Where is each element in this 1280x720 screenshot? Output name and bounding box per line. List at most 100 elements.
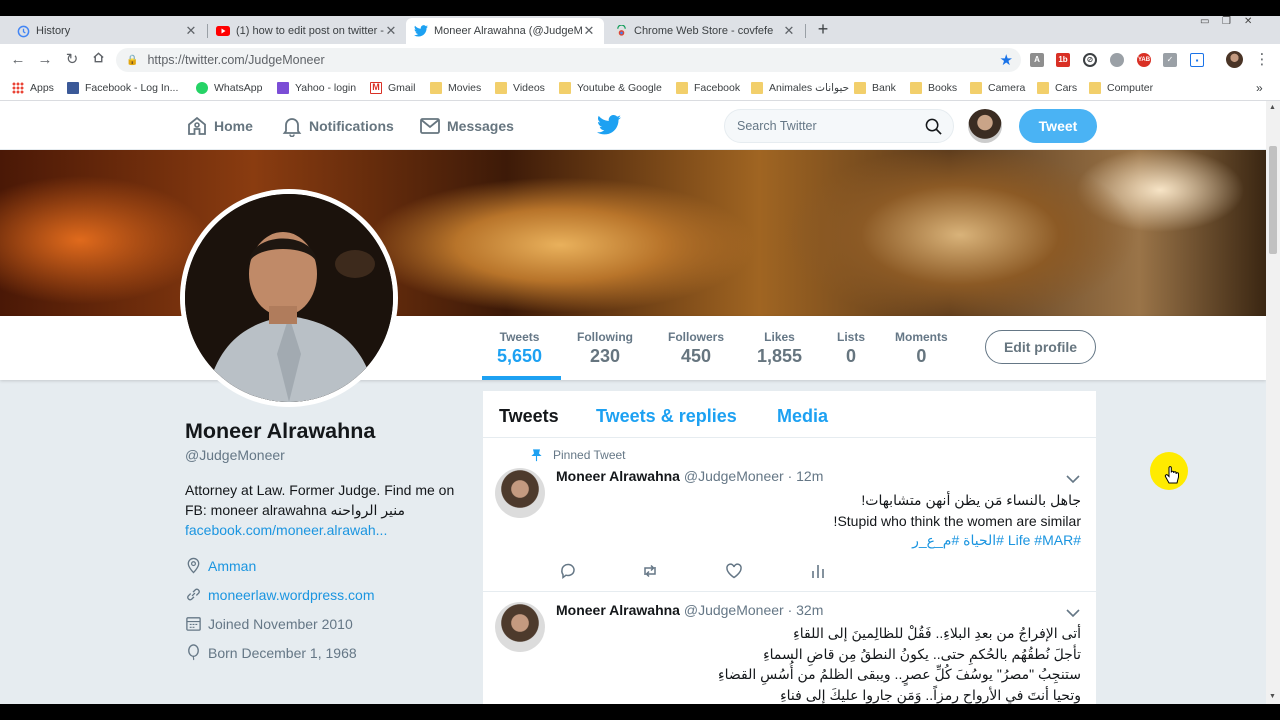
extension-block-icon[interactable]: ⊘ [1083,53,1097,67]
page-scrollbar[interactable]: ▲ ▼ [1266,101,1280,704]
tweet-hashtags[interactable]: #Life #MAR #الحياة #م_ع_ر [912,532,1081,549]
calendar-icon [186,617,201,631]
stat-value: 450 [680,346,712,366]
bookmark-folder-cars[interactable]: Cars [1037,80,1077,96]
extension-yab-icon[interactable]: YAB [1137,53,1151,67]
extension-chart-icon[interactable]: ✓ [1163,53,1177,67]
bookmark-apps[interactable]: Apps [12,80,54,96]
bookmark-star-icon[interactable]: ★ [1000,51,1013,69]
folder-icon [430,82,442,94]
window-restore-icon[interactable]: ❐ [1222,16,1231,30]
chrome-web-store-icon [614,24,628,38]
screen-bottom-edge [0,704,1280,720]
bookmark-facebook-login[interactable]: Facebook - Log In... [67,80,178,96]
folder-icon [676,82,688,94]
extension-pdf-icon[interactable]: A [1030,53,1044,67]
tweet-author[interactable]: Moneer Alrawahna @JudgeMoneer · 12m [556,468,823,484]
tab-media[interactable]: Media [777,406,828,427]
profile-handle[interactable]: @JudgeMoneer [185,447,285,463]
profile-avatar-large[interactable] [180,189,398,407]
bookmark-folder-bank[interactable]: Bank [854,80,896,96]
tweet-item[interactable]: Moneer Alrawahna @JudgeMoneer · 32m أتى … [483,592,1096,704]
tab-youtube[interactable]: (1) how to edit post on twitter - ✕ [208,18,406,44]
tab-tweets[interactable]: Tweets [499,406,559,427]
bell-icon [282,118,302,137]
tweet-avatar[interactable] [495,468,545,518]
stat-following[interactable]: Following 230 [577,330,633,367]
back-arrow-icon[interactable]: ← [8,50,28,70]
bookmark-folder-books[interactable]: Books [910,80,957,96]
pin-icon [531,448,542,461]
edit-profile-button[interactable]: Edit profile [985,330,1096,364]
bookmark-folder-movies[interactable]: Movies [430,80,481,96]
extension-shield-icon[interactable] [1110,53,1124,67]
bookmark-folder-camera[interactable]: Camera [970,80,1025,96]
stat-lists[interactable]: Lists 0 [837,330,865,367]
close-icon[interactable]: ✕ [384,23,398,39]
twitter-bird-icon[interactable] [597,115,621,135]
tab-history[interactable]: History ✕ [8,18,206,44]
bookmark-folder-computer[interactable]: Computer [1089,80,1153,96]
scrollbar-thumb[interactable] [1269,146,1277,254]
tweet-item-pinned[interactable]: Pinned Tweet Moneer Alrawahna @JudgeMone… [483,438,1096,592]
search-icon[interactable] [925,118,942,135]
bookmark-label: Yahoo - login [295,82,357,94]
account-avatar[interactable] [968,109,1002,143]
bookmark-gmail[interactable]: M Gmail [370,80,415,96]
bookmark-whatsapp[interactable]: WhatsApp [196,80,262,96]
stat-moments[interactable]: Moments 0 [895,330,948,367]
profile-location[interactable]: Amman [185,557,256,574]
chevron-down-icon[interactable] [1066,474,1080,484]
close-icon[interactable]: ✕ [184,23,198,39]
window-minimize-icon[interactable]: ▭ [1200,16,1209,30]
tab-title: (1) how to edit post on twitter - [236,25,384,37]
stat-likes[interactable]: Likes 1,855 [757,330,802,367]
nav-home[interactable]: Home [186,115,253,137]
bookmark-label: Gmail [388,82,416,94]
compose-tweet-button[interactable]: Tweet [1019,109,1097,143]
browser-toolbar: ← → ↻ 🔒 https://twitter.com/JudgeMoneer … [0,44,1280,75]
bookmark-folder-videos[interactable]: Videos [495,80,545,96]
close-icon[interactable]: ✕ [582,23,596,39]
nav-notifications-label: Notifications [309,118,394,134]
bookmark-folder-animales[interactable]: Animales حيوانات [751,80,849,96]
tweet-avatar[interactable] [495,602,545,652]
scroll-down-arrow-icon[interactable]: ▼ [1269,693,1276,700]
bio-facebook-link[interactable]: facebook.com/moneer.alrawah... [185,520,455,540]
forward-arrow-icon[interactable]: → [35,50,55,70]
tweet-text-line: تأجلَ نُطقُهُم بالحُكمِ حتى.. يكونُ النط… [763,645,1081,662]
home-icon[interactable] [88,50,108,70]
chevron-down-icon[interactable] [1066,608,1080,618]
stat-label: Likes [764,330,795,344]
search-input[interactable]: Search Twitter [724,109,954,143]
nav-messages[interactable]: Messages [419,115,514,137]
nav-notifications[interactable]: Notifications [281,115,394,137]
profile-avatar[interactable] [1226,51,1243,68]
menu-kebab-icon[interactable]: ⋮ [1252,50,1272,70]
tab-twitter-profile[interactable]: Moneer Alrawahna (@JudgeMon ✕ [406,18,604,44]
like-heart-icon[interactable] [725,562,743,580]
address-bar[interactable]: 🔒 https://twitter.com/JudgeMoneer ★ [116,48,1021,72]
stat-tweets[interactable]: Tweets 5,650 [497,330,542,367]
bookmark-folder-youtube-google[interactable]: Youtube & Google [559,80,662,96]
retweet-icon[interactable] [641,562,659,580]
tweet-author[interactable]: Moneer Alrawahna @JudgeMoneer · 32m [556,602,823,618]
stat-followers[interactable]: Followers 450 [668,330,724,367]
bookmark-folder-facebook[interactable]: Facebook [676,80,740,96]
extension-1b-icon[interactable]: 1b [1056,53,1070,67]
reload-icon[interactable]: ↻ [62,50,82,70]
close-icon[interactable]: ✕ [782,23,796,39]
bookmark-yahoo[interactable]: Yahoo - login [277,80,356,96]
more-bookmarks-chevron-icon[interactable]: » [1256,80,1263,96]
profile-website-link[interactable]: moneerlaw.wordpress.com [185,586,375,603]
extension-doc-icon[interactable]: ▪ [1190,53,1204,67]
analytics-icon[interactable] [809,562,827,580]
tab-tweets-and-replies[interactable]: Tweets & replies [596,406,737,427]
scroll-up-arrow-icon[interactable]: ▲ [1269,104,1276,111]
timeline-tabs: Tweets Tweets & replies Media [483,391,1096,438]
reply-icon[interactable] [559,562,577,580]
stat-value: 0 [916,346,927,366]
window-close-icon[interactable]: ✕ [1244,16,1252,30]
tab-chrome-web-store[interactable]: Chrome Web Store - covfefe ✕ [606,18,804,44]
new-tab-button[interactable]: + [814,18,832,40]
